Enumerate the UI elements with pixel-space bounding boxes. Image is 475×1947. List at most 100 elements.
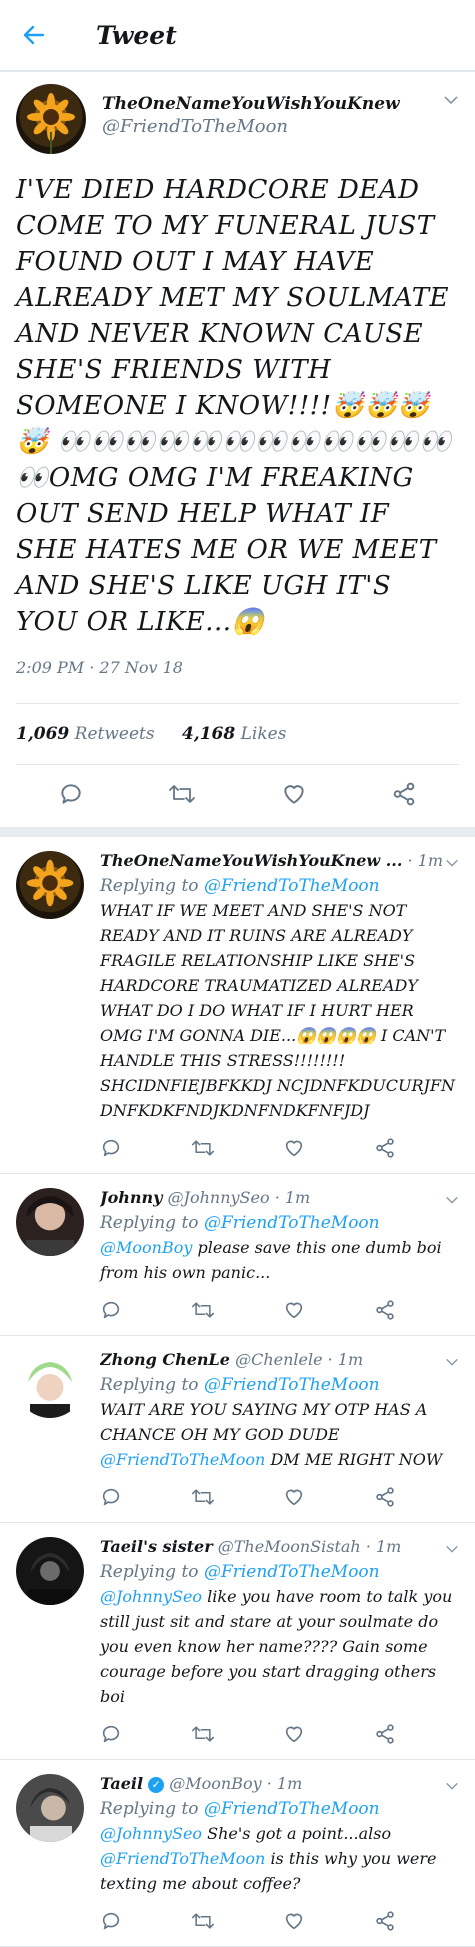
top-bar: Tweet xyxy=(0,0,475,72)
chevron-down-icon[interactable] xyxy=(445,855,459,869)
mention-link[interactable]: @JohnnySeo xyxy=(100,1824,202,1843)
retweet-icon[interactable] xyxy=(191,1910,215,1936)
reply-actions xyxy=(100,1910,396,1936)
replying-to-link[interactable]: @FriendToTheMoon xyxy=(204,1799,380,1819)
replying-label: Replying to xyxy=(100,1799,199,1819)
reply-icon[interactable] xyxy=(100,1723,122,1749)
share-icon[interactable] xyxy=(374,1299,396,1325)
mention-link[interactable]: @JohnnySeo xyxy=(100,1587,202,1606)
reply-text: @MoonBoy please save this one dumb boi f… xyxy=(100,1235,459,1285)
mention-link[interactable]: @MoonBoy xyxy=(100,1238,192,1257)
reply-actions xyxy=(100,1299,396,1325)
reply-time: · 1m xyxy=(274,1188,311,1207)
tweet-timestamp: 2:09 PM · 27 Nov 18 xyxy=(16,658,459,704)
reply-icon[interactable] xyxy=(100,1137,122,1163)
reply-text-body: WAIT ARE YOU SAYING MY OTP HAS A CHANCE … xyxy=(100,1400,428,1444)
reply-text: @JohnnySeo like you have room to talk yo… xyxy=(100,1584,459,1709)
reply-actions xyxy=(100,1723,396,1749)
author-handle[interactable]: @FriendToTheMoon xyxy=(102,116,400,137)
reply-tweet[interactable]: Johnny @JohnnySeo · 1m Replying to @Frie… xyxy=(0,1174,475,1336)
chevron-down-icon[interactable] xyxy=(445,1354,459,1368)
reply-text-body: DM ME RIGHT NOW xyxy=(270,1450,443,1469)
reply-time: · 1m xyxy=(407,851,444,870)
reply-author-handle[interactable]: @MoonBoy xyxy=(169,1774,261,1793)
reply-author-handle[interactable]: @TheMoonSistah xyxy=(218,1537,361,1556)
reply-actions xyxy=(100,1486,396,1512)
like-icon[interactable] xyxy=(283,1299,305,1325)
replying-label: Replying to xyxy=(100,876,199,896)
reply-author-handle[interactable]: @Chenlele xyxy=(235,1350,323,1369)
reply-author-name[interactable]: Johnny xyxy=(100,1188,162,1207)
reply-author-name[interactable]: TheOneNameYouWishYouKnew ... xyxy=(100,851,402,870)
reply-author-name[interactable]: Zhong ChenLe xyxy=(100,1350,230,1369)
reply-text: @JohnnySeo She's got a point...also @Fri… xyxy=(100,1821,459,1896)
chevron-down-icon[interactable] xyxy=(445,1778,459,1792)
mention-link[interactable]: @FriendToTheMoon xyxy=(100,1849,265,1868)
avatar[interactable] xyxy=(16,1537,84,1605)
replying-to: Replying to @FriendToTheMoon xyxy=(100,1213,459,1233)
chevron-down-icon[interactable] xyxy=(445,1541,459,1555)
chevron-down-icon[interactable] xyxy=(443,92,459,108)
reply-author-name[interactable]: Taeil xyxy=(100,1774,143,1793)
reply-actions xyxy=(100,1137,396,1163)
retweets-label[interactable]: Retweets xyxy=(75,724,155,744)
mention-link[interactable]: @FriendToTheMoon xyxy=(100,1450,265,1469)
replying-to: Replying to @FriendToTheMoon xyxy=(100,1375,459,1395)
replying-to: Replying to @FriendToTheMoon xyxy=(100,1799,459,1819)
tweet-stats: 1,069 Retweets 4,168 Likes xyxy=(16,704,459,765)
chevron-down-icon[interactable] xyxy=(445,1192,459,1206)
like-icon[interactable] xyxy=(283,1910,305,1936)
like-icon[interactable] xyxy=(283,1486,305,1512)
retweet-icon[interactable] xyxy=(191,1137,215,1163)
replying-label: Replying to xyxy=(100,1375,199,1395)
reply-icon[interactable] xyxy=(100,1299,122,1325)
replying-to-link[interactable]: @FriendToTheMoon xyxy=(204,876,380,896)
share-icon[interactable] xyxy=(374,1723,396,1749)
reply-tweet[interactable]: TheOneNameYouWishYouKnew ... · 1m Replyi… xyxy=(0,837,475,1174)
retweet-icon[interactable] xyxy=(191,1299,215,1325)
reply-tweet[interactable]: Taeil's sister @TheMoonSistah · 1m Reply… xyxy=(0,1523,475,1760)
back-arrow-icon[interactable] xyxy=(22,22,48,48)
reply-text: WAIT ARE YOU SAYING MY OTP HAS A CHANCE … xyxy=(100,1397,459,1472)
share-icon[interactable] xyxy=(374,1486,396,1512)
avatar[interactable] xyxy=(16,84,86,154)
reply-icon[interactable] xyxy=(100,1486,122,1512)
replying-label: Replying to xyxy=(100,1562,199,1582)
reply-author-handle[interactable]: @JohnnySeo xyxy=(168,1188,270,1207)
reply-icon[interactable] xyxy=(58,781,84,811)
like-count[interactable]: 4,168 xyxy=(182,724,235,744)
like-icon[interactable] xyxy=(283,1723,305,1749)
reply-time: · 1m xyxy=(365,1537,402,1556)
share-icon[interactable] xyxy=(391,781,417,811)
reply-time: · 1m xyxy=(327,1350,364,1369)
avatar[interactable] xyxy=(16,1350,84,1418)
likes-label[interactable]: Likes xyxy=(241,724,287,744)
main-tweet: TheOneNameYouWishYouKnew @FriendToTheMoo… xyxy=(0,72,475,837)
share-icon[interactable] xyxy=(374,1137,396,1163)
verified-badge-icon: ✓ xyxy=(148,1777,165,1793)
retweet-count[interactable]: 1,069 xyxy=(16,724,69,744)
retweet-icon[interactable] xyxy=(168,781,196,811)
share-icon[interactable] xyxy=(374,1910,396,1936)
author-name[interactable]: TheOneNameYouWishYouKnew xyxy=(102,94,400,114)
avatar[interactable] xyxy=(16,1188,84,1256)
like-icon[interactable] xyxy=(281,781,307,811)
replying-to-link[interactable]: @FriendToTheMoon xyxy=(204,1213,380,1233)
reply-author-name[interactable]: Taeil's sister xyxy=(100,1537,213,1556)
retweet-icon[interactable] xyxy=(191,1723,215,1749)
page-title: Tweet xyxy=(96,20,177,50)
replying-to: Replying to @FriendToTheMoon xyxy=(100,876,459,896)
tweet-text: I'VE DIED HARDCORE DEAD COME TO MY FUNER… xyxy=(16,175,453,637)
avatar[interactable] xyxy=(16,1774,84,1842)
reply-text: WHAT IF WE MEET AND SHE'S NOT READY AND … xyxy=(100,901,456,1120)
avatar[interactable] xyxy=(16,851,84,919)
reply-icon[interactable] xyxy=(100,1910,122,1936)
replying-to-link[interactable]: @FriendToTheMoon xyxy=(204,1562,380,1582)
reply-tweet[interactable]: Zhong ChenLe @Chenlele · 1m Replying to … xyxy=(0,1336,475,1523)
like-icon[interactable] xyxy=(283,1137,305,1163)
retweet-icon[interactable] xyxy=(191,1486,215,1512)
reply-time: · 1m xyxy=(266,1774,303,1793)
reply-tweet[interactable]: Taeil ✓ @MoonBoy · 1m Replying to @Frien… xyxy=(0,1760,475,1947)
replying-to-link[interactable]: @FriendToTheMoon xyxy=(204,1375,380,1395)
replying-label: Replying to xyxy=(100,1213,199,1233)
